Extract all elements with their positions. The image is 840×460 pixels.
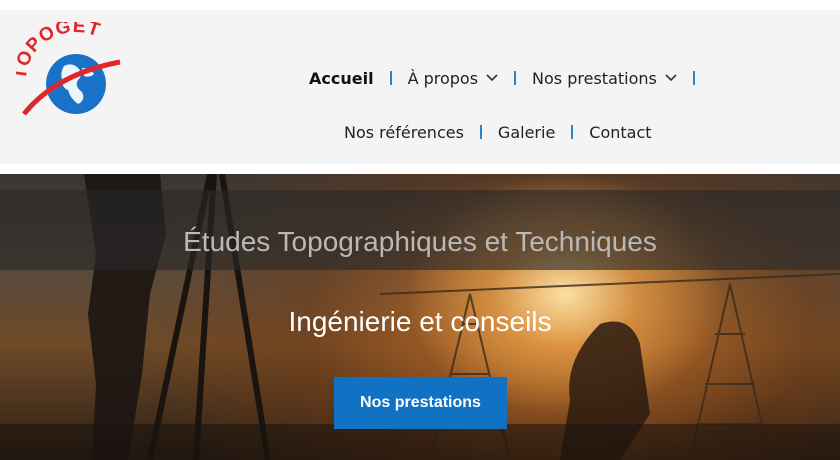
nav-contact[interactable]: Contact: [589, 123, 651, 142]
nav-accueil[interactable]: Accueil: [309, 69, 374, 88]
nav-nos-references-label: Nos références: [344, 122, 464, 142]
nos-prestations-button[interactable]: Nos prestations: [334, 377, 507, 429]
nav-nos-references[interactable]: Nos références: [344, 123, 464, 142]
main-nav-row-1: Accueil À propos Nos prestations: [309, 66, 711, 90]
nav-contact-label: Contact: [589, 122, 652, 142]
nav-galerie-label: Galerie: [497, 122, 556, 142]
nav-separator: [692, 71, 695, 85]
hero-title: Études Topographiques et Techniques: [183, 226, 657, 257]
nav-galerie[interactable]: Galerie: [498, 123, 555, 142]
nav-a-propos[interactable]: À propos: [408, 69, 498, 88]
nav-separator: [479, 125, 482, 139]
nav-separator: [389, 71, 392, 85]
nav-a-propos-label: À propos: [407, 68, 479, 88]
site-header: TOPOGET Accueil À propos Nos prestations…: [0, 10, 840, 164]
nav-separator: [514, 71, 517, 85]
globe-icon: TOPOGET: [16, 22, 121, 116]
main-nav-row-2: Nos références Galerie Contact: [344, 120, 652, 144]
chevron-down-icon: [486, 74, 498, 82]
nav-nos-prestations[interactable]: Nos prestations: [532, 69, 677, 88]
nav-accueil-label: Accueil: [309, 68, 374, 88]
chevron-down-icon: [665, 74, 677, 82]
nav-separator: [571, 125, 574, 139]
nav-nos-prestations-label: Nos prestations: [532, 68, 657, 88]
site-logo[interactable]: TOPOGET: [16, 22, 132, 122]
hero-subtitle: Ingénierie et conseils: [288, 306, 552, 337]
